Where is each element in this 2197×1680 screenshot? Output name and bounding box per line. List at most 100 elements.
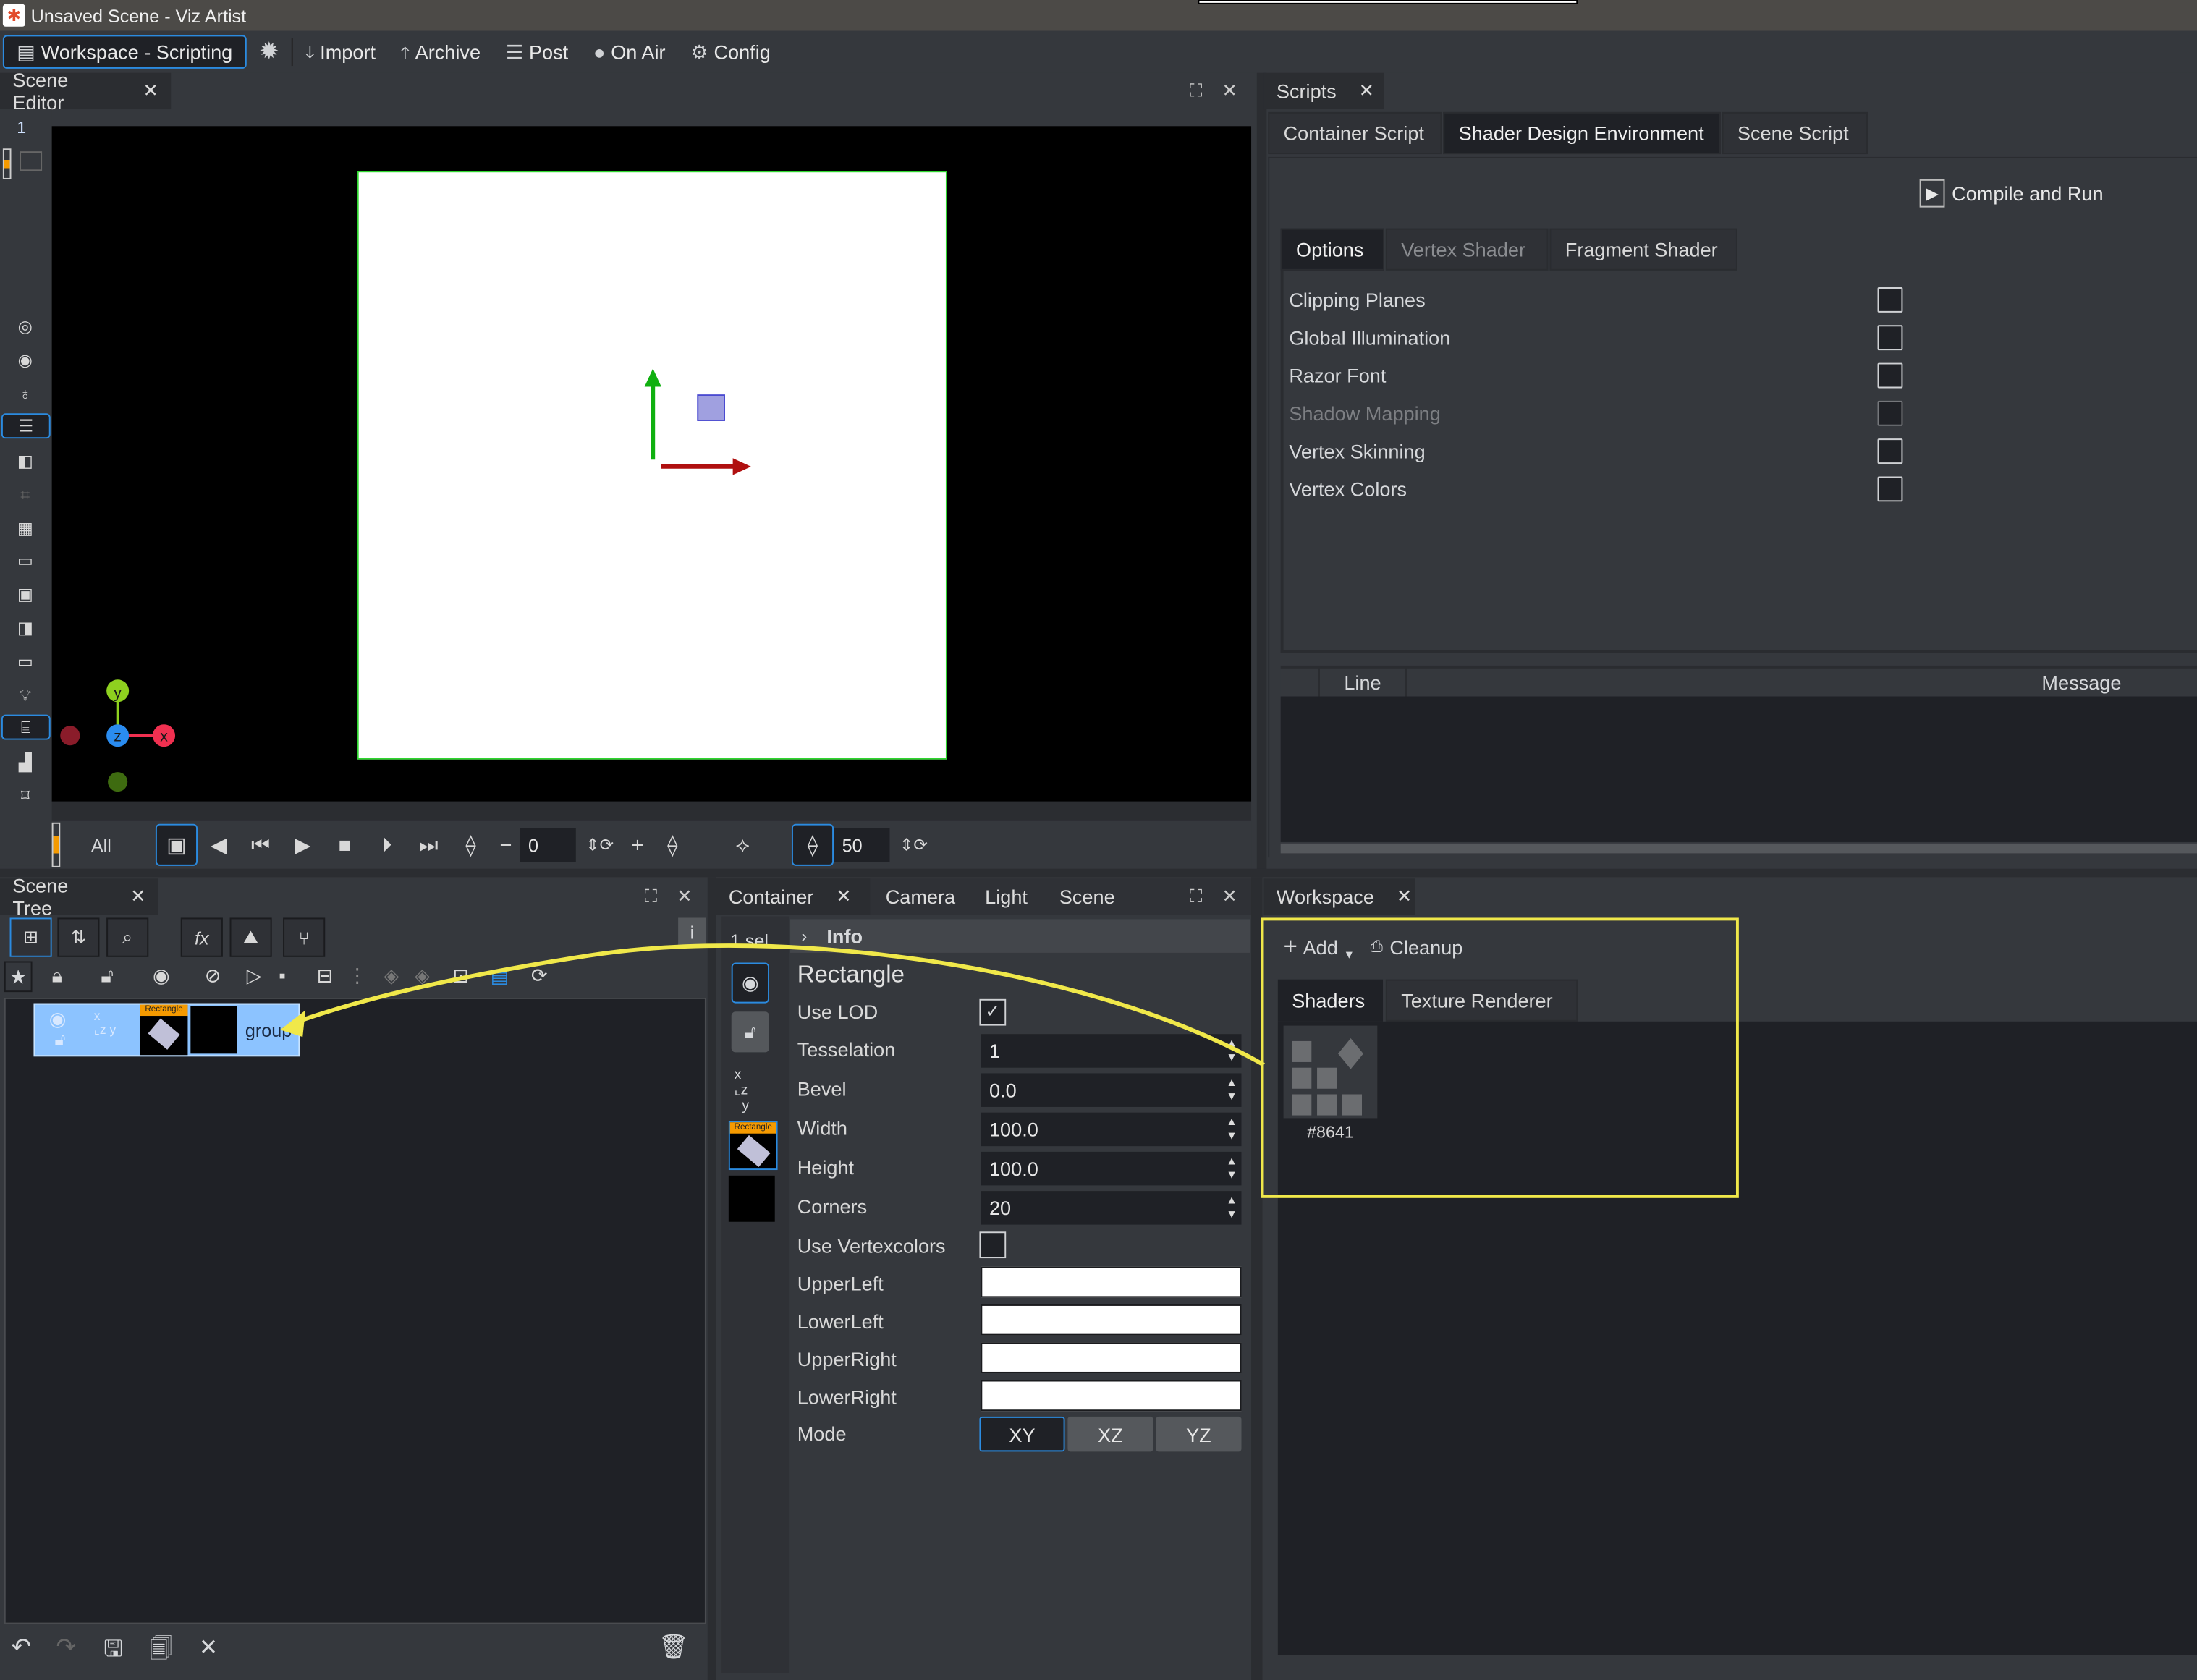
spinner-arrows[interactable]: ▲ ▼ xyxy=(1226,1037,1237,1065)
tab-camera[interactable]: Camera xyxy=(873,878,968,915)
play-reverse-button[interactable]: ◀ xyxy=(198,824,240,866)
hide-icon[interactable]: ⊘ xyxy=(205,964,221,988)
settings-button[interactable]: ✹ xyxy=(247,35,292,68)
width-input[interactable]: 100.0 ▲ ▼ xyxy=(981,1112,1242,1147)
messages-scrollbar[interactable] xyxy=(1280,843,2197,854)
current-frame-input[interactable]: 0 xyxy=(520,828,576,862)
grid-icon[interactable]: ⌑ xyxy=(11,784,39,809)
menu-archive[interactable]: ⤒ Archive xyxy=(388,35,493,68)
lower-right-color[interactable] xyxy=(981,1380,1242,1412)
eye-icon[interactable]: ◉ xyxy=(153,964,170,988)
material-thumbnail[interactable] xyxy=(190,1006,237,1054)
maximize-icon[interactable]: ⛶ xyxy=(1190,80,1203,102)
tab-container-script[interactable]: Container Script xyxy=(1268,111,1442,155)
camera-icon[interactable]: ◉ xyxy=(11,347,39,373)
horizontal-splitter[interactable] xyxy=(0,868,2197,878)
save-as-icon[interactable]: 🗐 xyxy=(150,1634,172,1671)
refresh-icon[interactable]: ⟳ xyxy=(531,964,548,988)
corners-input[interactable]: 20 ▲ ▼ xyxy=(981,1191,1242,1225)
image-button[interactable]: ⛰ xyxy=(229,917,272,957)
tab-scene-tree[interactable]: Scene Tree ✕ xyxy=(0,874,158,919)
step-spinner[interactable]: ⇕⟳ xyxy=(889,824,937,866)
bounding-box-icon[interactable]: ⌗ xyxy=(11,482,39,507)
move-right-icon[interactable]: ◈ xyxy=(415,964,430,988)
transform-axis-icon[interactable]: x ⌞z y xyxy=(94,1009,116,1038)
vertex-colors-checkbox[interactable] xyxy=(1877,476,1903,502)
tree-sort-button[interactable]: ⇅ xyxy=(57,917,100,957)
save-icon[interactable]: 🖫 xyxy=(103,1634,122,1671)
expand-tree-icon[interactable]: ⊟ xyxy=(317,964,334,988)
close-icon[interactable]: ✕ xyxy=(130,886,145,908)
tab-fragment-shader[interactable]: Fragment Shader xyxy=(1549,228,1737,271)
tab-scene-editor[interactable]: Scene Editor ✕ xyxy=(0,69,172,114)
camera-view-icon[interactable]: ◎ xyxy=(11,314,39,339)
move-left-icon[interactable]: ◈ xyxy=(384,964,399,988)
close-icon[interactable]: ✕ xyxy=(1222,886,1237,908)
mode-xz-button[interactable]: XZ xyxy=(1067,1416,1153,1452)
clear-icon[interactable]: ✕ xyxy=(199,1634,218,1662)
visibility-toggle[interactable]: ◉ xyxy=(731,962,769,1004)
menu-on-air[interactable]: ● On Air xyxy=(581,35,678,68)
tab-scripts[interactable]: Scripts ✕ xyxy=(1263,72,1384,110)
global-illumination-checkbox[interactable] xyxy=(1877,325,1903,351)
lock-state-icon[interactable]: 🔓︎ xyxy=(55,1030,66,1051)
spinner-arrows[interactable]: ▲ ▼ xyxy=(1226,1076,1237,1104)
menu-post[interactable]: ☰ Post xyxy=(493,35,580,68)
transform-axis-icon[interactable]: x ⌞z y xyxy=(735,1068,749,1114)
unlock-icon[interactable]: 🔓︎ xyxy=(101,964,114,988)
fx-button[interactable]: fx xyxy=(180,917,223,957)
merge-button[interactable]: ⑂ xyxy=(283,917,326,957)
splitter[interactable] xyxy=(1256,72,1267,872)
upper-left-color[interactable] xyxy=(981,1266,1242,1298)
step-value-input[interactable]: 50 xyxy=(834,828,890,862)
step-mode-button[interactable]: ⟠ xyxy=(791,823,834,866)
timeline-filter[interactable]: All xyxy=(91,834,156,855)
undo-icon[interactable]: ↶ xyxy=(11,1634,31,1662)
column-line[interactable]: Line xyxy=(1320,666,1407,698)
step-forward-button[interactable]: ⏵ xyxy=(365,824,407,866)
post-settings-icon[interactable]: ☰ xyxy=(1,413,51,439)
rectangle-object[interactable] xyxy=(357,171,949,760)
panel-icon[interactable]: ▤ xyxy=(491,964,509,988)
tab-shader-design-environment[interactable]: Shader Design Environment xyxy=(1443,111,1721,155)
menu-import[interactable]: ⤓ Import xyxy=(293,35,388,68)
transform-icon[interactable]: ⌸ xyxy=(1,714,51,740)
key-icon[interactable]: ◧ xyxy=(11,449,39,474)
bevel-input[interactable]: 0.0 ▲ ▼ xyxy=(981,1073,1242,1107)
keyframe-next-icon[interactable]: ⟠ xyxy=(651,824,693,866)
light-icon[interactable]: ♁ xyxy=(11,381,39,407)
tree-view-button[interactable]: ⊞ xyxy=(9,917,52,957)
info-section-header[interactable]: › Info xyxy=(790,919,1250,953)
tab-container[interactable]: Container ✕ xyxy=(716,878,871,915)
lock-icon[interactable]: 🔒︎ xyxy=(52,964,62,988)
geometry-thumbnail[interactable]: Rectangle xyxy=(140,1004,188,1056)
scene-tree-view[interactable] xyxy=(4,997,706,1624)
mode-xy-button[interactable]: XY xyxy=(979,1416,1065,1452)
lock-toggle[interactable]: 🔓︎ xyxy=(731,1011,769,1053)
tree-search-button[interactable]: ⌕ xyxy=(106,917,149,957)
geometry-plugin-thumbnail[interactable]: Rectangle xyxy=(728,1121,778,1171)
spinner-arrows[interactable]: ▲ ▼ xyxy=(1226,1155,1237,1183)
info-icon[interactable]: i xyxy=(678,917,706,946)
video-icon[interactable]: ◨ xyxy=(11,615,39,640)
keyframe-icon[interactable]: ⟡ xyxy=(721,824,763,866)
star-icon[interactable]: ★ xyxy=(4,961,33,993)
close-icon[interactable]: ✕ xyxy=(1397,886,1412,908)
splitter[interactable] xyxy=(707,877,716,1680)
use-lod-checkbox[interactable]: ✓ xyxy=(979,998,1007,1026)
goto-start-button[interactable]: ⏮ xyxy=(240,824,281,866)
compile-and-run-button[interactable]: ▶ Compile and Run xyxy=(1919,179,2104,208)
tab-workspace[interactable]: Workspace ✕ xyxy=(1263,878,1415,915)
record-lock-button[interactable]: ▣ xyxy=(155,823,198,866)
transform-handles[interactable] xyxy=(359,172,949,760)
collapse-tree-icon[interactable]: ⋮ xyxy=(347,964,367,988)
spinner-arrows[interactable]: ▲ ▼ xyxy=(1226,1194,1237,1222)
workspace-selector[interactable]: ▤ Workspace - Scripting xyxy=(2,35,247,69)
mode-yz-button[interactable]: YZ xyxy=(1156,1416,1242,1452)
bulb-icon[interactable]: 💡︎ xyxy=(11,682,39,708)
plus-button[interactable]: + xyxy=(624,824,652,866)
layout-icon[interactable] xyxy=(20,151,43,171)
spinner-arrows[interactable]: ▲ ▼ xyxy=(1226,1116,1237,1144)
tab-scene-script[interactable]: Scene Script xyxy=(1722,111,1868,155)
title-area-icon[interactable]: ▣ xyxy=(11,582,39,607)
